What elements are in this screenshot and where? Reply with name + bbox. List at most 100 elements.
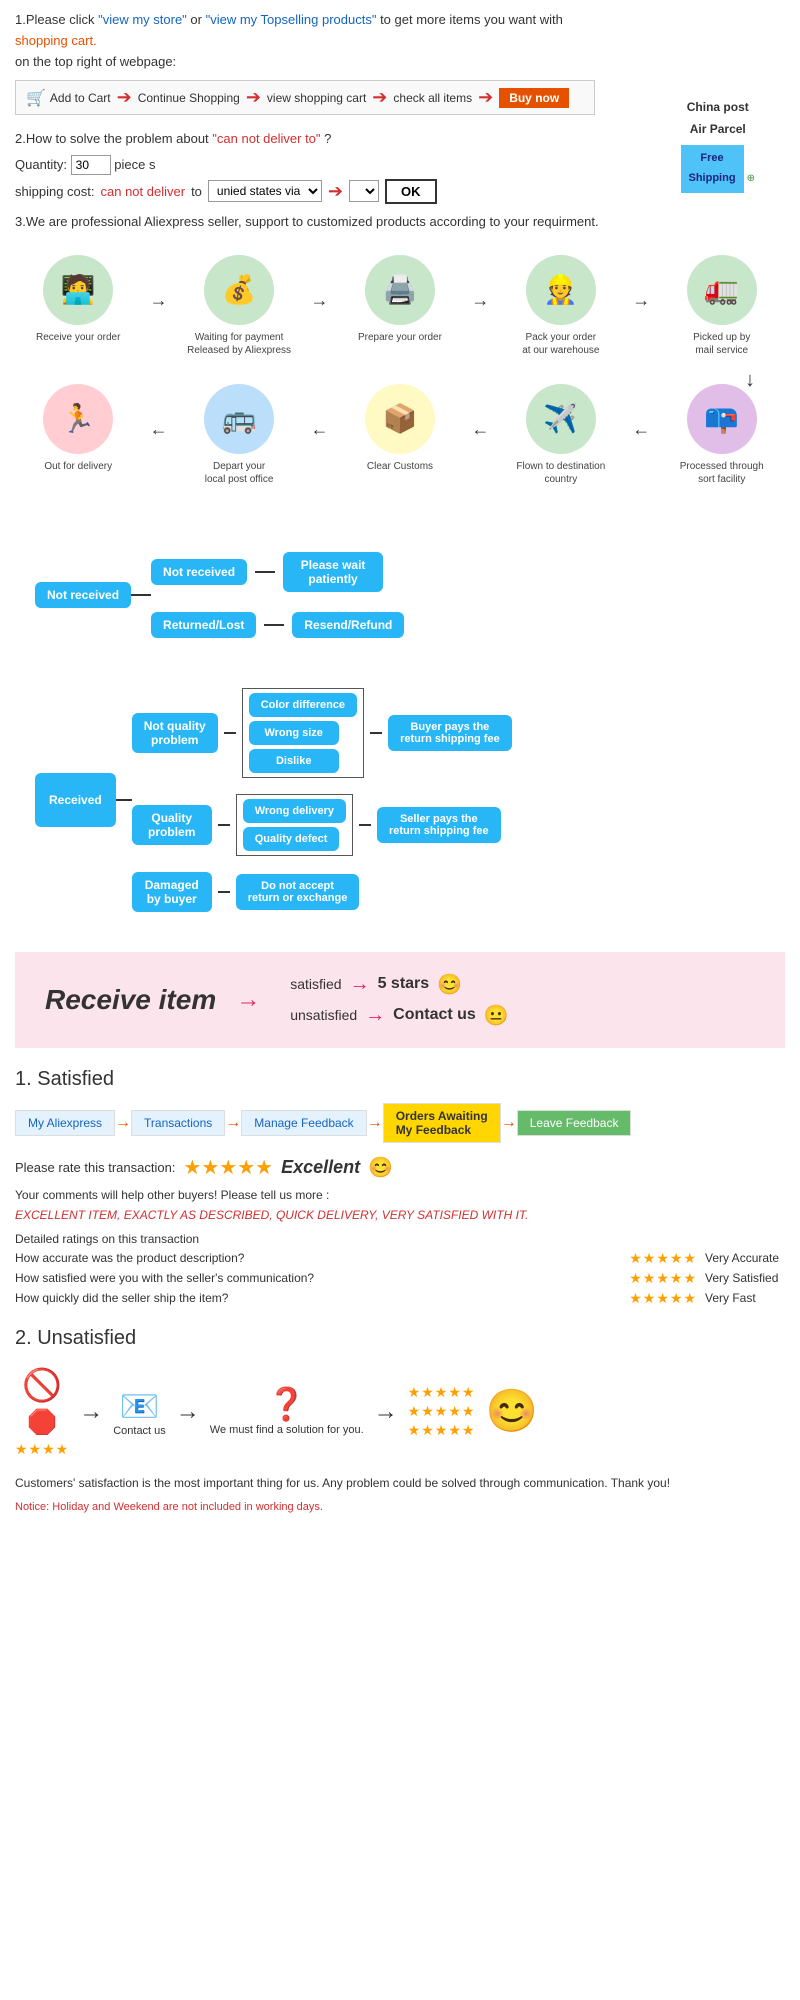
section3-text: 3.We are professional Aliexpress seller,… — [15, 214, 785, 229]
continue-shopping-step: Continue Shopping — [138, 91, 240, 105]
process-row1: 🧑‍💻 Receive your order → 💰 Waiting for p… — [15, 255, 785, 357]
h-connector1 — [131, 594, 151, 596]
section3: 3.We are professional Aliexpress seller,… — [15, 214, 785, 229]
n-stop-icon: 🛑 — [27, 1408, 57, 1437]
arrow-sat2: → — [350, 973, 370, 996]
nav-transactions[interactable]: Transactions — [131, 1110, 225, 1136]
received-chart: Received Not qualityproblem Color differ… — [15, 668, 785, 932]
rating-stars-3: ★★★★★ — [629, 1290, 697, 1307]
buyer-pays-box: Buyer pays thereturn shipping fee — [388, 715, 512, 751]
shopping-cart-text: shopping cart. — [15, 31, 785, 52]
pickup-icon: 🚛 — [687, 255, 757, 325]
nav-arrow4: → — [501, 1114, 517, 1132]
arrow-p2: → — [311, 290, 329, 311]
satisfied-section: 1. Satisfied My Aliexpress → Transaction… — [15, 1068, 785, 1307]
sort-label: Processed throughsort facility — [667, 460, 777, 486]
comment-text: Your comments will help other buyers! Pl… — [15, 1188, 785, 1202]
nav-my-aliexpress[interactable]: My Aliexpress — [15, 1110, 115, 1136]
notice-text: Notice: Holiday and Weekend are not incl… — [15, 1501, 785, 1513]
nav-arrow2: → — [225, 1114, 241, 1132]
flown-icon: ✈️ — [526, 384, 596, 454]
step-depart: 🚌 Depart yourlocal post office — [184, 384, 294, 486]
not-quality-subbranches: Color difference Wrong size Dislike — [242, 688, 364, 778]
section1-text: 1.Please click "view my store" or "view … — [15, 10, 785, 31]
rating-label-1: How accurate was the product description… — [15, 1251, 621, 1265]
rating-row-3: How quickly did the seller ship the item… — [15, 1290, 785, 1307]
excellent-emoji: 😊 — [368, 1155, 393, 1180]
review-text: EXCELLENT ITEM, EXACTLY AS DESCRIBED, QU… — [15, 1208, 785, 1222]
cart-steps-bar: 🛒 Add to Cart ➔ Continue Shopping ➔ view… — [15, 80, 595, 115]
resend-refund-box: Resend/Refund — [292, 612, 404, 638]
email-group: 📧 Contact us — [113, 1387, 166, 1437]
quality-box: Qualityproblem — [132, 805, 212, 845]
china-post-title: China postAir Parcel — [687, 100, 749, 136]
depart-label: Depart yourlocal post office — [184, 460, 294, 486]
rate-row: Please rate this transaction: ★★★★★ Exce… — [15, 1155, 785, 1180]
rating-label-2: How satisfied were you with the seller's… — [15, 1271, 621, 1285]
view-store-link[interactable]: "view my store" — [98, 12, 187, 27]
rating-row-1: How accurate was the product description… — [15, 1250, 785, 1267]
nav-manage-feedback[interactable]: Manage Feedback — [241, 1110, 366, 1136]
excellent-label: Excellent — [281, 1157, 360, 1178]
quantity-input[interactable] — [71, 155, 111, 175]
receive-label: Receive your order — [23, 331, 133, 344]
no-sign-icon: 🚫 — [22, 1366, 62, 1404]
delivery-label: Out for delivery — [23, 460, 133, 473]
nav-orders-awaiting[interactable]: Orders AwaitingMy Feedback — [383, 1103, 501, 1143]
customs-icon: 📦 — [365, 384, 435, 454]
unsat-star-row2: ★★★★★ — [408, 1403, 476, 1420]
contact-us-label: Contact us — [113, 1425, 166, 1437]
wait-patiently-box: Please waitpatiently — [283, 552, 383, 592]
body-text: Customers' satisfaction is the most impo… — [15, 1474, 785, 1493]
rating-label-3: How quickly did the seller ship the item… — [15, 1291, 621, 1305]
step-delivery: 🏃 Out for delivery — [23, 384, 133, 473]
rating-stars-2: ★★★★★ — [629, 1270, 697, 1287]
process-row2: 🏃 Out for delivery ← 🚌 Depart yourlocal … — [15, 384, 785, 486]
no-sign-group: 🚫 🛑 ★★★★ — [15, 1366, 69, 1458]
unsatisfied-section: 2. Unsatisfied 🚫 🛑 ★★★★ → 📧 Contact us →… — [15, 1327, 785, 1513]
branch-not-received: Not received Please waitpatiently — [151, 552, 404, 592]
arrow-p3: → — [471, 290, 489, 311]
country-select[interactable]: unied states via — [208, 180, 322, 202]
view-topselling-link[interactable]: "view my Topselling products" — [206, 12, 377, 27]
pack-label: Pack your orderat our warehouse — [506, 331, 616, 357]
happy-emoji: 😊 — [437, 972, 462, 997]
unsatisfied-text: unsatisfied — [290, 1007, 357, 1023]
pickup-label: Picked up bymail service — [667, 331, 777, 357]
received-root: Received — [35, 773, 116, 827]
rating-stars: ★★★★★ — [183, 1155, 273, 1180]
email-icon: 📧 — [113, 1387, 166, 1425]
arrow-unsat2: → — [176, 1398, 200, 1426]
received-branches: Not qualityproblem Color difference Wron… — [132, 688, 512, 912]
returned-lost-box: Returned/Lost — [151, 612, 256, 638]
unsat-star-row1: ★★★★★ — [408, 1384, 476, 1401]
section2-heading: 2.How to solve the problem about "can no… — [15, 127, 785, 150]
arrow-unsat1: → — [79, 1398, 103, 1426]
nav-arrow3: → — [367, 1114, 383, 1132]
qty-label: Quantity: — [15, 157, 71, 172]
ok-button[interactable]: OK — [385, 179, 437, 204]
detailed-label: Detailed ratings on this transaction — [15, 1232, 785, 1246]
arrow5: ➔ — [328, 181, 343, 202]
not-received-branch-box: Not received — [151, 559, 247, 585]
buy-now-step[interactable]: Buy now — [499, 88, 569, 108]
arrow-sat1: → — [236, 986, 260, 1014]
method-select[interactable] — [349, 180, 379, 202]
nav-leave-feedback[interactable]: Leave Feedback — [517, 1110, 632, 1136]
quality-subbranches: Wrong delivery Quality defect — [236, 794, 353, 856]
not-received-branches: Not received Please waitpatiently Return… — [151, 552, 404, 638]
prepare-label: Prepare your order — [345, 331, 455, 344]
can-not-deliver: can not deliver — [101, 184, 186, 199]
neutral-emoji: 😐 — [484, 1003, 509, 1028]
unsat-star-row3: ★★★★★ — [408, 1422, 476, 1439]
ratings-table: Detailed ratings on this transaction How… — [15, 1232, 785, 1307]
not-received-chart: Not received Not received Please waitpat… — [15, 532, 785, 658]
step-payment: 💰 Waiting for paymentReleased by Aliexpr… — [184, 255, 294, 357]
satisfied-row: satisfied → 5 stars 😊 — [290, 972, 509, 997]
smiley-icon: 😊 — [485, 1387, 537, 1436]
damaged-box: Damagedby buyer — [132, 872, 212, 912]
rating-value-3: Very Fast — [705, 1291, 785, 1305]
no-return-box: Do not acceptreturn or exchange — [236, 874, 360, 910]
not-quality-box: Not qualityproblem — [132, 713, 218, 753]
damaged-row: Damagedby buyer Do not acceptreturn or e… — [132, 872, 512, 912]
